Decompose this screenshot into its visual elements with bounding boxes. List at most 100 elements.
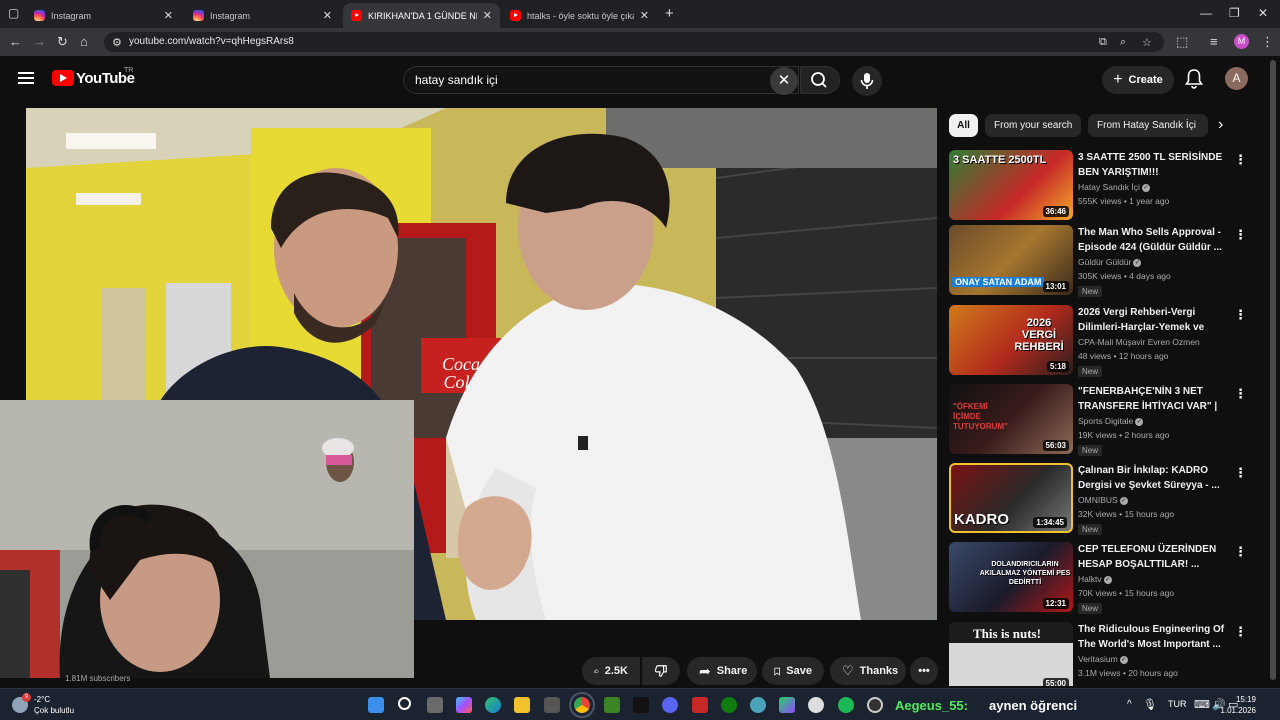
recommendation-item[interactable]: 2026 VERGİ REHBERİ 5:18 2026 Vergi Rehbe…	[949, 305, 1249, 377]
like-button[interactable]: 2.5K	[582, 657, 640, 685]
recommendation-item[interactable]: DOLANDIRICILARIN AKILALMAZ YÖNTEMİ PES D…	[949, 542, 1249, 614]
weather-description[interactable]: Çok bulutlu	[34, 706, 74, 715]
app-icon[interactable]	[867, 697, 883, 713]
more-vertical-icon[interactable]: ⋮	[1234, 465, 1247, 481]
recommendation-item[interactable]: KADRO 1:34:45 Çalınan Bir İnkılap: KADRO…	[949, 463, 1249, 535]
dislike-button[interactable]	[642, 657, 680, 685]
system-clock[interactable]: 15:19 1.01.2026	[1220, 694, 1256, 716]
home-icon[interactable]: ⌂	[80, 34, 88, 49]
obs-icon[interactable]	[808, 697, 824, 713]
more-vertical-icon[interactable]: ⋮	[1234, 624, 1247, 640]
profile-avatar[interactable]: M	[1234, 34, 1249, 49]
network-icon[interactable]: ⌨	[1194, 698, 1210, 711]
reload-icon[interactable]: ↻	[57, 34, 68, 50]
more-vertical-icon[interactable]: ⋮	[1234, 307, 1247, 323]
windows-start-icon[interactable]	[368, 697, 384, 713]
site-info-icon[interactable]: ⚙	[112, 36, 122, 49]
chrome-icon[interactable]	[569, 692, 595, 718]
account-avatar[interactable]: A	[1225, 67, 1248, 90]
page-scrollbar[interactable]	[1270, 60, 1276, 680]
xbox-icon[interactable]	[721, 697, 737, 713]
youtube-logo-icon[interactable]	[52, 70, 74, 86]
search-value[interactable]: hatay sandık içi	[415, 73, 498, 87]
discord-icon[interactable]	[662, 697, 678, 713]
video-title[interactable]: The Man Who Sells Approval - Episode 424…	[1078, 226, 1228, 255]
edge-icon[interactable]	[485, 697, 501, 713]
tab-instagram-1[interactable]: Instagram ✕	[26, 3, 181, 28]
minimize-button[interactable]: —	[1200, 6, 1212, 20]
tab-youtube-active[interactable]: KIRIKHAN'DA 1 GÜNDE NE YEN ✕	[343, 3, 500, 28]
search-icon[interactable]	[398, 697, 411, 710]
channel-name[interactable]: Veritasium ✓	[1078, 654, 1128, 664]
more-vertical-icon[interactable]: ⋮	[1234, 386, 1247, 402]
channel-name[interactable]: CPA-Mali Müşavir Evren Ozmen	[1078, 337, 1200, 347]
streamer-app-icon[interactable]	[692, 697, 708, 713]
reading-list-icon[interactable]: ≡	[1210, 34, 1218, 49]
search-input[interactable]: hatay sandık içi	[403, 66, 799, 94]
create-button[interactable]: + Create	[1102, 66, 1174, 94]
notifications-bell-icon[interactable]	[1184, 68, 1204, 90]
video-thumbnail[interactable]: 3 SAATTE 2500TL 36:46	[949, 150, 1073, 220]
chip-from-channel[interactable]: From Hatay Sandık İçi	[1088, 114, 1208, 137]
video-thumbnail[interactable]: DOLANDIRICILARIN AKILALMAZ YÖNTEMİ PES D…	[949, 542, 1073, 612]
weather-temperature[interactable]: -2°C	[34, 695, 50, 704]
minecraft-icon[interactable]	[604, 697, 620, 713]
spotify-icon[interactable]	[838, 697, 854, 713]
extensions-icon[interactable]: ⬚	[1176, 34, 1188, 50]
chip-from-your-search[interactable]: From your search	[985, 114, 1081, 137]
copilot-icon[interactable]	[456, 697, 472, 713]
store-icon[interactable]	[544, 697, 560, 713]
input-language[interactable]: TUR	[1168, 699, 1187, 709]
app-icon[interactable]	[779, 697, 795, 713]
save-button[interactable]: Save	[762, 657, 824, 685]
more-vertical-icon[interactable]: ⋮	[1234, 227, 1247, 243]
task-view-icon[interactable]	[427, 697, 443, 713]
thanks-button[interactable]: ♡ Thanks	[830, 657, 906, 685]
video-thumbnail[interactable]: 2026 VERGİ REHBERİ 5:18	[949, 305, 1073, 375]
close-icon[interactable]: ✕	[483, 9, 492, 22]
microphone-icon[interactable]: 🎙	[1143, 698, 1157, 711]
tab-youtube-htalks[interactable]: htalks - öyle soktu öyle çıkardı - ✕	[502, 3, 657, 28]
video-title[interactable]: 3 SAATTE 2500 TL SERİSİNDE BEN YARIŞTIM!…	[1078, 151, 1228, 180]
share-button[interactable]: ➦ Share	[687, 657, 757, 685]
new-tab-button[interactable]: +	[665, 5, 674, 22]
recommendation-item[interactable]: This is nuts! 55:00 The Ridiculous Engin…	[949, 622, 1249, 686]
forward-arrow-icon[interactable]: →	[33, 34, 46, 49]
video-thumbnail[interactable]: ONAY SATAN ADAM 13:01	[949, 225, 1073, 295]
close-icon[interactable]: ✕	[323, 9, 332, 22]
recommendation-item[interactable]: "ÖFKEMİ İÇİMDE TUTUYORUM" 56:03 "FENERBA…	[949, 384, 1249, 456]
install-app-icon[interactable]: ⧉	[1099, 36, 1107, 49]
more-vertical-icon[interactable]: ⋮	[1234, 152, 1247, 168]
channel-name[interactable]: Hatay Sandık İçi ✓	[1078, 182, 1150, 192]
zoom-icon[interactable]: ⌕	[1120, 36, 1126, 49]
tab-instagram-2[interactable]: Instagram ✕	[185, 3, 340, 28]
back-arrow-icon[interactable]: ←	[9, 34, 22, 49]
chevron-right-icon[interactable]: ›	[1218, 116, 1223, 134]
recommendation-item[interactable]: 3 SAATTE 2500TL 36:46 3 SAATTE 2500 TL S…	[949, 150, 1249, 222]
close-window-button[interactable]: ✕	[1258, 6, 1268, 20]
channel-name[interactable]: Sports Digitale ✓	[1078, 416, 1144, 426]
url-text[interactable]: youtube.com/watch?v=qhHegsRArs8	[129, 36, 294, 47]
close-icon[interactable]: ✕	[164, 9, 173, 22]
channel-name[interactable]: Güldür Güldür ✓	[1078, 257, 1142, 267]
recommendation-item[interactable]: ONAY SATAN ADAM 13:01 The Man Who Sells …	[949, 225, 1249, 297]
chip-all[interactable]: All	[949, 114, 978, 137]
browser-menu-icon[interactable]: ⋮	[1261, 34, 1274, 50]
capcut-icon[interactable]	[633, 697, 649, 713]
voice-search-button[interactable]	[852, 66, 882, 96]
channel-name[interactable]: Halktv ✓	[1078, 574, 1112, 584]
menu-icon[interactable]	[18, 72, 34, 84]
address-bar[interactable]: ⚙ youtube.com/watch?v=qhHegsRArs8 ⧉ ⌕ ☆	[104, 32, 1164, 52]
search-button[interactable]	[800, 66, 840, 94]
video-thumbnail[interactable]: This is nuts! 55:00	[949, 622, 1073, 686]
restore-button[interactable]: ❐	[1229, 6, 1240, 20]
more-vertical-icon[interactable]: ⋮	[1234, 544, 1247, 560]
video-thumbnail[interactable]: KADRO 1:34:45	[949, 463, 1073, 533]
channel-name[interactable]: OMNIBUS ✓	[1078, 495, 1128, 505]
video-title[interactable]: CEP TELEFONU ÜZERİNDEN HESAP BOŞALTTILAR…	[1078, 543, 1228, 572]
file-explorer-icon[interactable]	[514, 697, 530, 713]
bookmark-star-icon[interactable]: ☆	[1142, 36, 1152, 49]
tray-chevron-icon[interactable]: ^	[1127, 699, 1132, 710]
video-thumbnail[interactable]: "ÖFKEMİ İÇİMDE TUTUYORUM" 56:03	[949, 384, 1073, 454]
video-title[interactable]: Çalınan Bir İnkılap: KADRO Dergisi ve Şe…	[1078, 464, 1228, 493]
